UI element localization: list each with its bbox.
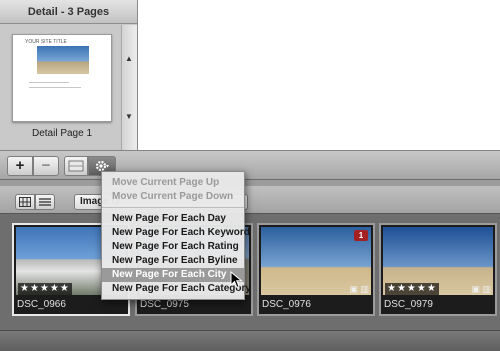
page-thumbnail[interactable]: YOUR SITE TITLE: [12, 34, 112, 122]
versions-icon: ▥: [360, 284, 369, 294]
add-page-button[interactable]: +: [7, 156, 33, 176]
thumbnail-site-title: YOUR SITE TITLE: [25, 39, 67, 45]
pages-panel: Detail - 3 Pages YOUR SITE TITLE Detail …: [0, 0, 138, 150]
metadata-icons: ▣ ▥: [349, 284, 369, 294]
scroll-down-arrow-icon[interactable]: ▼: [125, 113, 133, 121]
pages-panel-title: Detail - 3 Pages: [0, 0, 137, 24]
photo-name: DSC_0975: [140, 299, 189, 310]
adjustments-icon: ▣: [471, 284, 480, 294]
photo-card[interactable]: ★★★★★ ▣ ▥ DSC_0979: [379, 223, 497, 316]
photo-browser: Image O ★★★★★ DSC_0966 DSC_0975 1 ▣ ▥ DS…: [0, 186, 500, 351]
photo-name: DSC_0966: [17, 299, 66, 310]
star-rating: ★★★★★: [385, 283, 439, 295]
menu-separator: [102, 207, 244, 208]
menu-item-new-page-each-rating[interactable]: New Page For Each Rating: [102, 240, 244, 254]
remove-page-button[interactable]: −: [33, 156, 59, 176]
browser-toolbar: Image O: [0, 186, 500, 214]
grid-view-icon: [19, 197, 31, 207]
photo-card[interactable]: 1 ▣ ▥ DSC_0976: [257, 223, 375, 316]
menu-item-new-page-each-city[interactable]: New Page For Each City: [102, 268, 244, 282]
menu-item-new-page-each-byline[interactable]: New Page For Each Byline: [102, 254, 244, 268]
photo-name: DSC_0979: [384, 299, 433, 310]
menu-item-new-page-each-day[interactable]: New Page For Each Day: [102, 212, 244, 226]
action-context-menu: Move Current Page Up Move Current Page D…: [101, 171, 251, 300]
count-badge: 1: [354, 230, 368, 241]
pages-scrollbar[interactable]: ▲ ▼: [121, 25, 137, 150]
menu-item-move-page-up[interactable]: Move Current Page Up: [102, 176, 244, 190]
grid-view-button[interactable]: [15, 194, 35, 210]
photo-name: DSC_0976: [262, 299, 311, 310]
list-view-button[interactable]: [35, 194, 55, 210]
metadata-icons: ▣ ▥: [471, 284, 491, 294]
browser-footer: [0, 330, 500, 351]
adjustments-icon: ▣: [349, 284, 358, 294]
menu-item-new-page-each-category[interactable]: New Page For Each Category: [102, 282, 251, 296]
layout-button[interactable]: [64, 156, 88, 176]
menu-item-move-page-down[interactable]: Move Current Page Down: [102, 190, 244, 204]
thumbnail-photo: [37, 46, 89, 74]
thumbnail-text-line: [29, 82, 69, 83]
pages-toolbar: + −: [0, 150, 500, 180]
page-label: Detail Page 1: [31, 128, 93, 139]
list-view-icon: [39, 198, 51, 206]
scroll-up-arrow-icon[interactable]: ▲: [125, 55, 133, 63]
thumbnail-text-line: [29, 87, 81, 88]
layout-icon: [68, 160, 84, 172]
menu-item-new-page-each-keyword[interactable]: New Page For Each Keyword: [102, 226, 250, 240]
star-rating: ★★★★★: [18, 283, 72, 295]
versions-icon: ▥: [482, 284, 491, 294]
mouse-pointer-icon: [230, 271, 243, 289]
